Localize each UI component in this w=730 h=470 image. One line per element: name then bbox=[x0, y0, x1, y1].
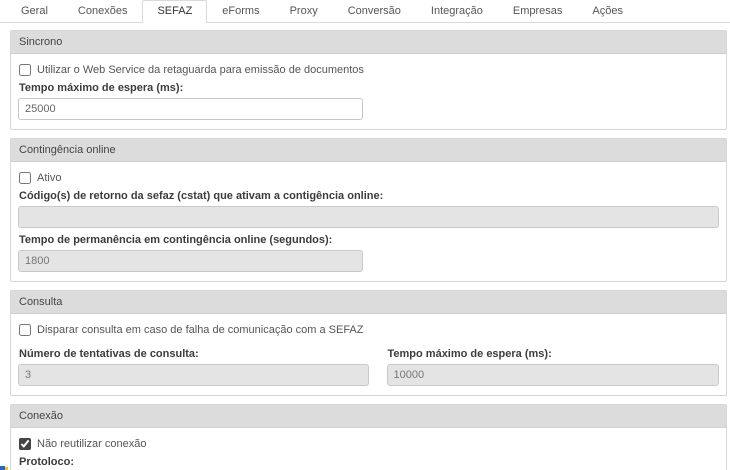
tab-eforms[interactable]: eForms bbox=[207, 0, 274, 22]
consulta-falha-checkbox[interactable] bbox=[19, 324, 31, 336]
nao-reutilizar-conexao-checkbox[interactable] bbox=[19, 438, 31, 450]
sincrono-timeout-label: Tempo máximo de espera (ms): bbox=[19, 82, 184, 94]
panel-consulta: Consulta Disparar consulta em caso de fa… bbox=[10, 290, 727, 396]
tab-integracao[interactable]: Integração bbox=[416, 0, 498, 22]
tab-bar: Geral Conexões SEFAZ eForms Proxy Conver… bbox=[0, 0, 730, 23]
use-retaguarda-webservice-checkbox[interactable] bbox=[19, 64, 31, 76]
tab-empresas[interactable]: Empresas bbox=[498, 0, 578, 22]
panel-consulta-title: Consulta bbox=[11, 291, 726, 314]
tab-acoes[interactable]: Ações bbox=[577, 0, 638, 22]
consulta-tentativas-label: Número de tentativas de consulta: bbox=[19, 348, 199, 360]
panel-contingencia-title: Contingência online bbox=[11, 139, 726, 162]
consulta-falha-checkbox-row[interactable]: Disparar consulta em caso de falha de co… bbox=[18, 324, 719, 336]
tab-conversao[interactable]: Conversão bbox=[333, 0, 416, 22]
panel-sincrono: Sincrono Utilizar o Web Service da retag… bbox=[10, 30, 727, 130]
cstat-codes-label: Código(s) de retorno da sefaz (cstat) qu… bbox=[19, 190, 384, 202]
protocolo-label: Protoloco: bbox=[19, 456, 74, 468]
panel-conexao: Conexão Não reutilizar conexão Protoloco… bbox=[10, 404, 727, 470]
contingencia-permanencia-input bbox=[18, 250, 363, 272]
contingencia-ativo-checkbox[interactable] bbox=[19, 172, 31, 184]
sefaz-settings-content: Sincrono Utilizar o Web Service da retag… bbox=[0, 23, 730, 470]
panel-conexao-title: Conexão bbox=[11, 405, 726, 428]
tab-conexoes[interactable]: Conexões bbox=[63, 0, 143, 22]
nao-reutilizar-conexao-checkbox-row[interactable]: Não reutilizar conexão bbox=[18, 438, 719, 450]
use-retaguarda-webservice-checkbox-row[interactable]: Utilizar o Web Service da retaguarda par… bbox=[18, 64, 719, 76]
contingencia-permanencia-label: Tempo de permanência em contingência onl… bbox=[19, 234, 333, 246]
contingencia-ativo-label: Ativo bbox=[37, 172, 62, 184]
consulta-timeout-input bbox=[386, 364, 719, 386]
consulta-falha-label: Disparar consulta em caso de falha de co… bbox=[37, 324, 364, 336]
consulta-tentativas-input bbox=[18, 364, 369, 386]
use-retaguarda-webservice-label: Utilizar o Web Service da retaguarda par… bbox=[37, 64, 364, 76]
tab-proxy[interactable]: Proxy bbox=[275, 0, 333, 22]
panel-sincrono-title: Sincrono bbox=[11, 31, 726, 54]
tab-geral[interactable]: Geral bbox=[6, 0, 63, 22]
nao-reutilizar-conexao-label: Não reutilizar conexão bbox=[37, 438, 147, 450]
contingencia-ativo-checkbox-row[interactable]: Ativo bbox=[18, 172, 719, 184]
consulta-timeout-label: Tempo máximo de espera (ms): bbox=[387, 348, 552, 360]
cstat-codes-input bbox=[18, 206, 719, 228]
tab-sefaz[interactable]: SEFAZ bbox=[142, 0, 208, 23]
sincrono-timeout-input[interactable] bbox=[18, 98, 363, 120]
cropped-favicon-artifact bbox=[0, 466, 8, 470]
panel-contingencia-online: Contingência online Ativo Código(s) de r… bbox=[10, 138, 727, 282]
